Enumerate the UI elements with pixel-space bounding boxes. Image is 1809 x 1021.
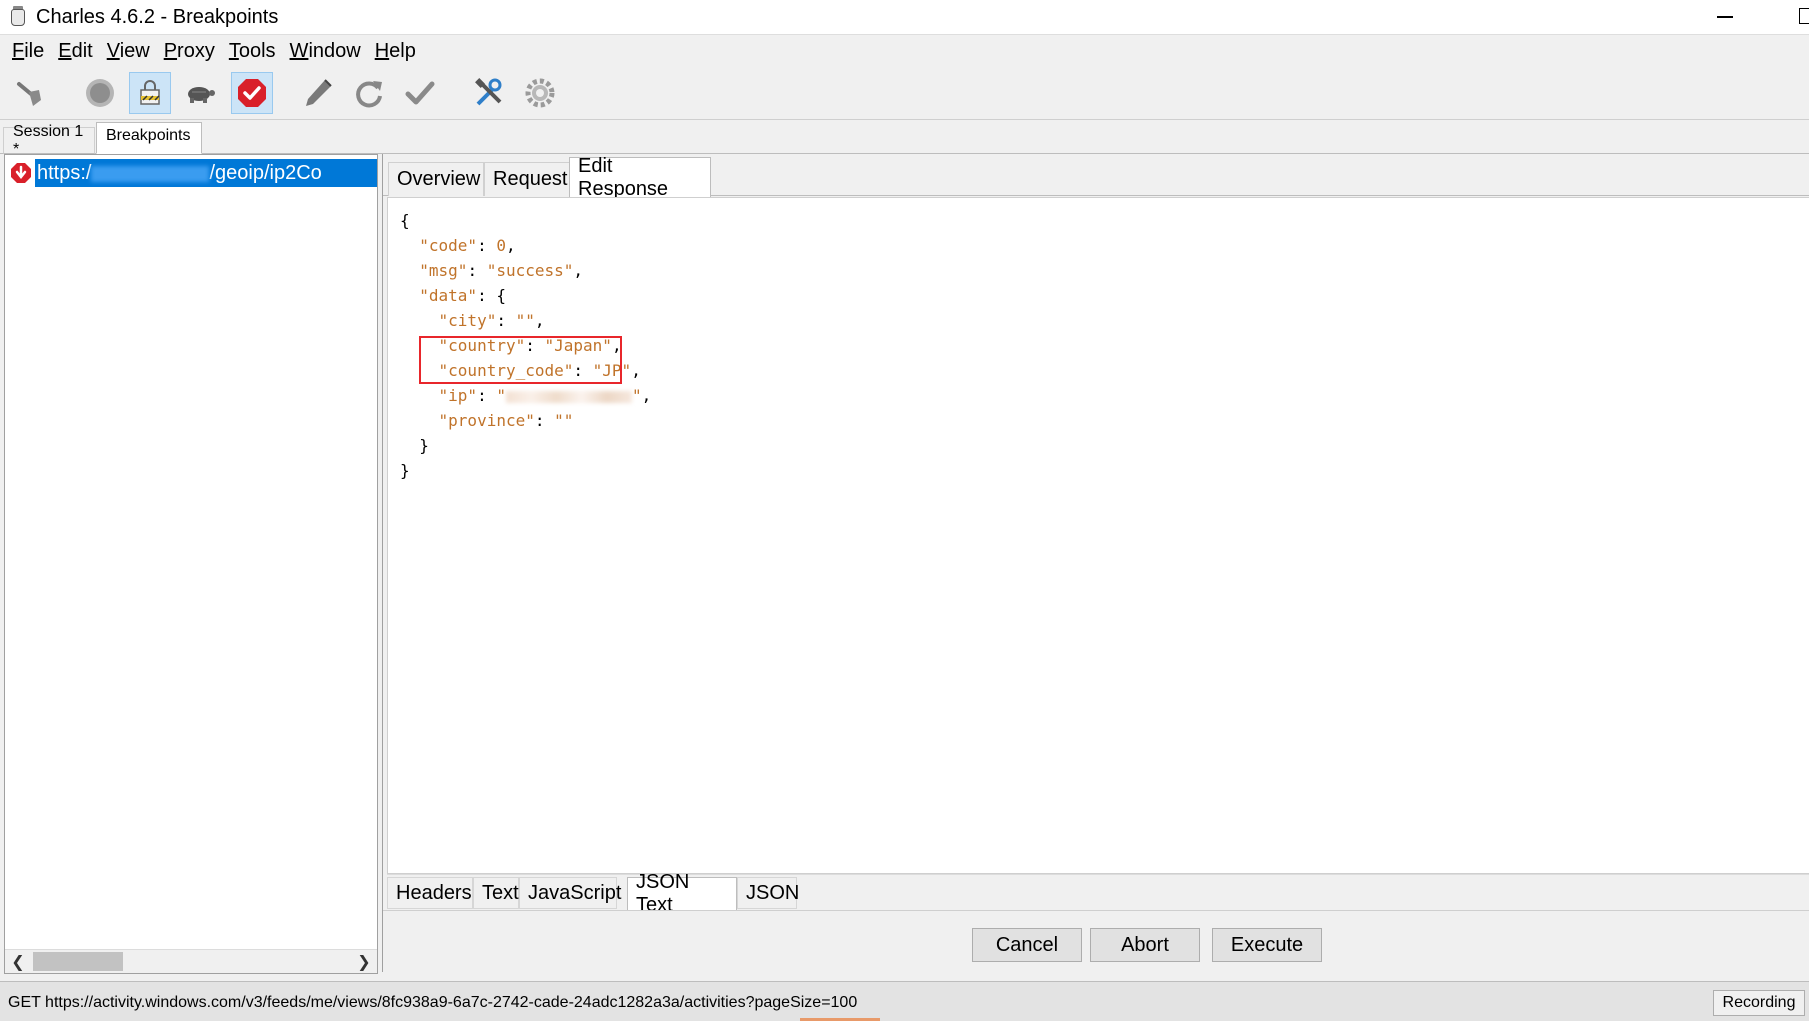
scroll-left-icon[interactable]: ❮ [7,950,29,973]
json-val-code: 0 [496,236,506,255]
execute-button[interactable]: Execute [1212,928,1322,962]
menu-file[interactable]: File [12,40,44,63]
breakpoints-icon[interactable] [231,72,273,114]
tab-javascript[interactable]: JavaScript [519,877,621,909]
tab-breakpoints[interactable]: Breakpoints [96,122,202,154]
request-list-panel: https:/ /geoip/ip2Co ❮ ❯ [4,154,378,974]
tab-json[interactable]: JSON [737,877,799,909]
json-val-ip-redacted [505,390,632,403]
abort-button[interactable]: Abort [1090,928,1200,962]
toolbar [0,67,1809,120]
response-tab-strip: Overview Request Edit Response [383,154,1809,200]
json-key-msg: "msg" [419,261,468,280]
action-bar: Cancel Abort Execute [383,910,1809,972]
scrollbar-thumb[interactable] [33,952,123,971]
highlight-annotation-box [419,336,622,384]
validate-check-icon[interactable] [399,72,441,114]
broom-icon[interactable] [9,72,51,114]
tab-overview[interactable]: Overview [388,162,484,196]
status-text: GET https://activity.windows.com/v3/feed… [8,994,858,1011]
menu-view[interactable]: View [107,40,150,63]
tab-edit-response[interactable]: Edit Response [569,155,711,200]
tab-text[interactable]: Text [473,877,519,909]
json-key-data: "data" [419,286,478,305]
title-bar: Charles 4.6.2 - Breakpoints [0,0,1809,34]
menu-tools[interactable]: Tools [229,40,276,63]
json-val-msg: "success" [486,261,574,280]
json-val-province: "" [554,411,574,430]
horizontal-scrollbar[interactable]: ❮ ❯ [5,949,377,973]
compose-pen-icon[interactable] [297,72,339,114]
json-key-city: "city" [438,311,497,330]
scroll-right-icon[interactable]: ❯ [353,950,375,973]
status-bar: GET https://activity.windows.com/v3/feed… [0,981,1809,1021]
request-row[interactable]: https:/ /geoip/ip2Co [5,159,377,187]
tab-session-1[interactable]: Session 1 * [3,123,95,158]
minimize-icon[interactable] [1713,4,1737,28]
tab-json-text[interactable]: JSON Text [627,871,737,916]
menu-proxy[interactable]: Proxy [164,40,215,63]
record-icon[interactable] [79,72,121,114]
json-editor[interactable]: { "code": 0, "msg": "success", "data": {… [387,197,1809,874]
tab-request[interactable]: Request [484,162,578,196]
session-tab-strip: Session 1 * Breakpoints [0,121,1809,158]
breakpoint-request-icon [11,163,31,183]
menu-help[interactable]: Help [375,40,416,63]
cancel-button[interactable]: Cancel [972,928,1082,962]
restore-icon[interactable] [1799,8,1809,24]
breakpoint-detail-panel: Overview Request Edit Response { "code":… [382,154,1809,972]
view-mode-tab-strip: Headers Text JavaScript JSON Text JSON [387,871,1809,916]
menu-window[interactable]: Window [290,40,361,63]
menu-edit[interactable]: Edit [58,40,92,63]
url-prefix: https:/ [37,162,92,184]
menu-bar: File Edit View Proxy Tools Window Help [0,34,1809,67]
request-url: https:/ /geoip/ip2Co [35,159,377,187]
json-key-code: "code" [419,236,478,255]
json-key-province: "province" [438,411,535,430]
repeat-icon[interactable] [348,72,390,114]
recording-button[interactable]: Recording [1713,990,1805,1016]
charles-jar-icon [8,6,28,28]
window-title: Charles 4.6.2 - Breakpoints [36,5,279,28]
json-val-city: "" [515,311,535,330]
json-key-ip: "ip" [438,386,478,405]
throttle-turtle-icon[interactable] [179,72,221,114]
settings-gear-icon[interactable] [519,72,561,114]
ssl-proxying-icon[interactable] [129,72,171,114]
url-redacted-host [91,165,210,182]
tab-headers[interactable]: Headers [387,877,473,909]
url-suffix: /geoip/ip2Co [209,162,322,184]
tools-icon[interactable] [468,72,510,114]
